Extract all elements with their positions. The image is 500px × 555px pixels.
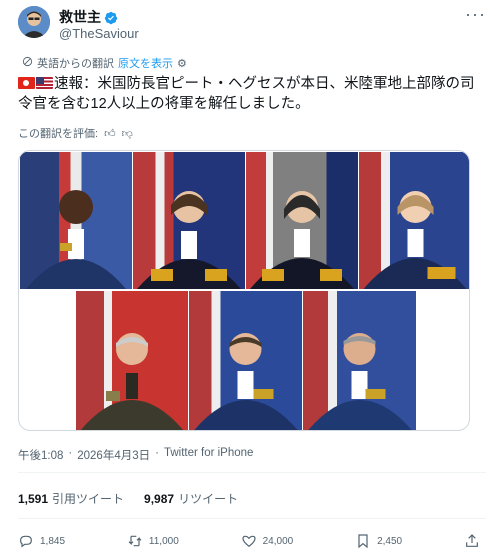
retweets-stat[interactable]: 9,987 リツイート	[144, 490, 238, 507]
tweet-text: 速報：米国防長官ピート・ヘグセスが本日、米陸軍地上部隊の司令官を含む12人以上の…	[18, 74, 478, 114]
more-options-icon[interactable]: ···	[465, 5, 486, 23]
display-name[interactable]: 救世主	[59, 9, 101, 26]
like-count: 24,000	[262, 535, 294, 547]
thumbs-down-icon[interactable]: 👎︎	[122, 127, 133, 140]
photo-general-1[interactable]	[20, 152, 132, 289]
retweet-icon	[128, 535, 142, 547]
meta-separator: ·	[68, 447, 73, 459]
photo-general-7[interactable]	[303, 291, 416, 430]
retweet-label: リツイート	[178, 492, 239, 506]
quote-count: 1,591	[18, 492, 49, 506]
bookmark-count: 2,450	[377, 535, 403, 547]
tweet-actions: 1,845 11,000 24,000 2,450	[18, 532, 480, 550]
translation-notice: 英語からの翻訳 原文を表示 ⚙	[22, 55, 187, 71]
photo-general-4[interactable]	[359, 152, 469, 289]
reply-icon	[20, 535, 32, 548]
user-handle[interactable]: @TheSaviour	[59, 26, 139, 42]
retweet-count: 9,987	[144, 492, 175, 506]
heart-icon	[242, 535, 256, 548]
thumbs-up-icon[interactable]: 👍︎	[104, 127, 116, 140]
gear-icon[interactable]: ⚙	[177, 57, 187, 70]
retweet-action-count: 11,000	[148, 535, 179, 547]
photo-general-3[interactable]	[246, 152, 358, 289]
quote-label: 引用ツイート	[52, 492, 125, 506]
tweet-time[interactable]: 午後1:08	[18, 447, 63, 463]
avatar[interactable]	[18, 6, 50, 38]
photo-general-6[interactable]	[189, 291, 302, 430]
like-button[interactable]: 24,000	[241, 533, 294, 549]
verified-badge-icon	[104, 11, 118, 24]
tweet-body: 速報：米国防長官ピート・ヘグセスが本日、米陸軍地上部隊の司令官を含む12人以上の…	[18, 76, 475, 112]
share-icon	[466, 534, 478, 547]
translate-icon	[22, 56, 33, 70]
tweet-source[interactable]: Twitter for iPhone	[164, 447, 253, 463]
bookmark-icon	[358, 534, 368, 549]
quote-tweets-stat[interactable]: 1,591 引用ツイート	[18, 490, 124, 507]
rate-label: この翻訳を評価:	[18, 128, 99, 140]
flag-japan-icon	[18, 77, 35, 89]
rate-translation: この翻訳を評価: 👍︎ 👎︎	[18, 125, 133, 141]
divider	[18, 518, 486, 519]
translation-label: 英語からの翻訳	[37, 58, 114, 70]
flag-usa-icon	[36, 77, 53, 89]
photo-general-2[interactable]	[133, 152, 245, 289]
media-grid[interactable]	[18, 150, 470, 431]
tweet-date[interactable]: 2026年4月3日	[77, 447, 150, 463]
reply-count: 1,845	[40, 535, 66, 547]
divider	[18, 472, 486, 473]
bookmark-button[interactable]: 2,450	[355, 533, 402, 549]
show-original-link[interactable]: 原文を表示	[118, 55, 173, 71]
retweet-button[interactable]: 11,000	[127, 533, 179, 549]
meta-separator: ·	[155, 447, 159, 459]
tweet-stats: 1,591 引用ツイート 9,987 リツイート	[18, 490, 238, 507]
tweet-meta: 午後1:08 · 2026年4月3日 · Twitter for iPhone	[18, 447, 253, 463]
photo-general-5[interactable]	[76, 291, 188, 430]
reply-button[interactable]: 1,845	[18, 533, 65, 549]
tweet-header: 救世主 @TheSaviour ···	[18, 5, 486, 46]
share-button[interactable]	[464, 533, 480, 549]
